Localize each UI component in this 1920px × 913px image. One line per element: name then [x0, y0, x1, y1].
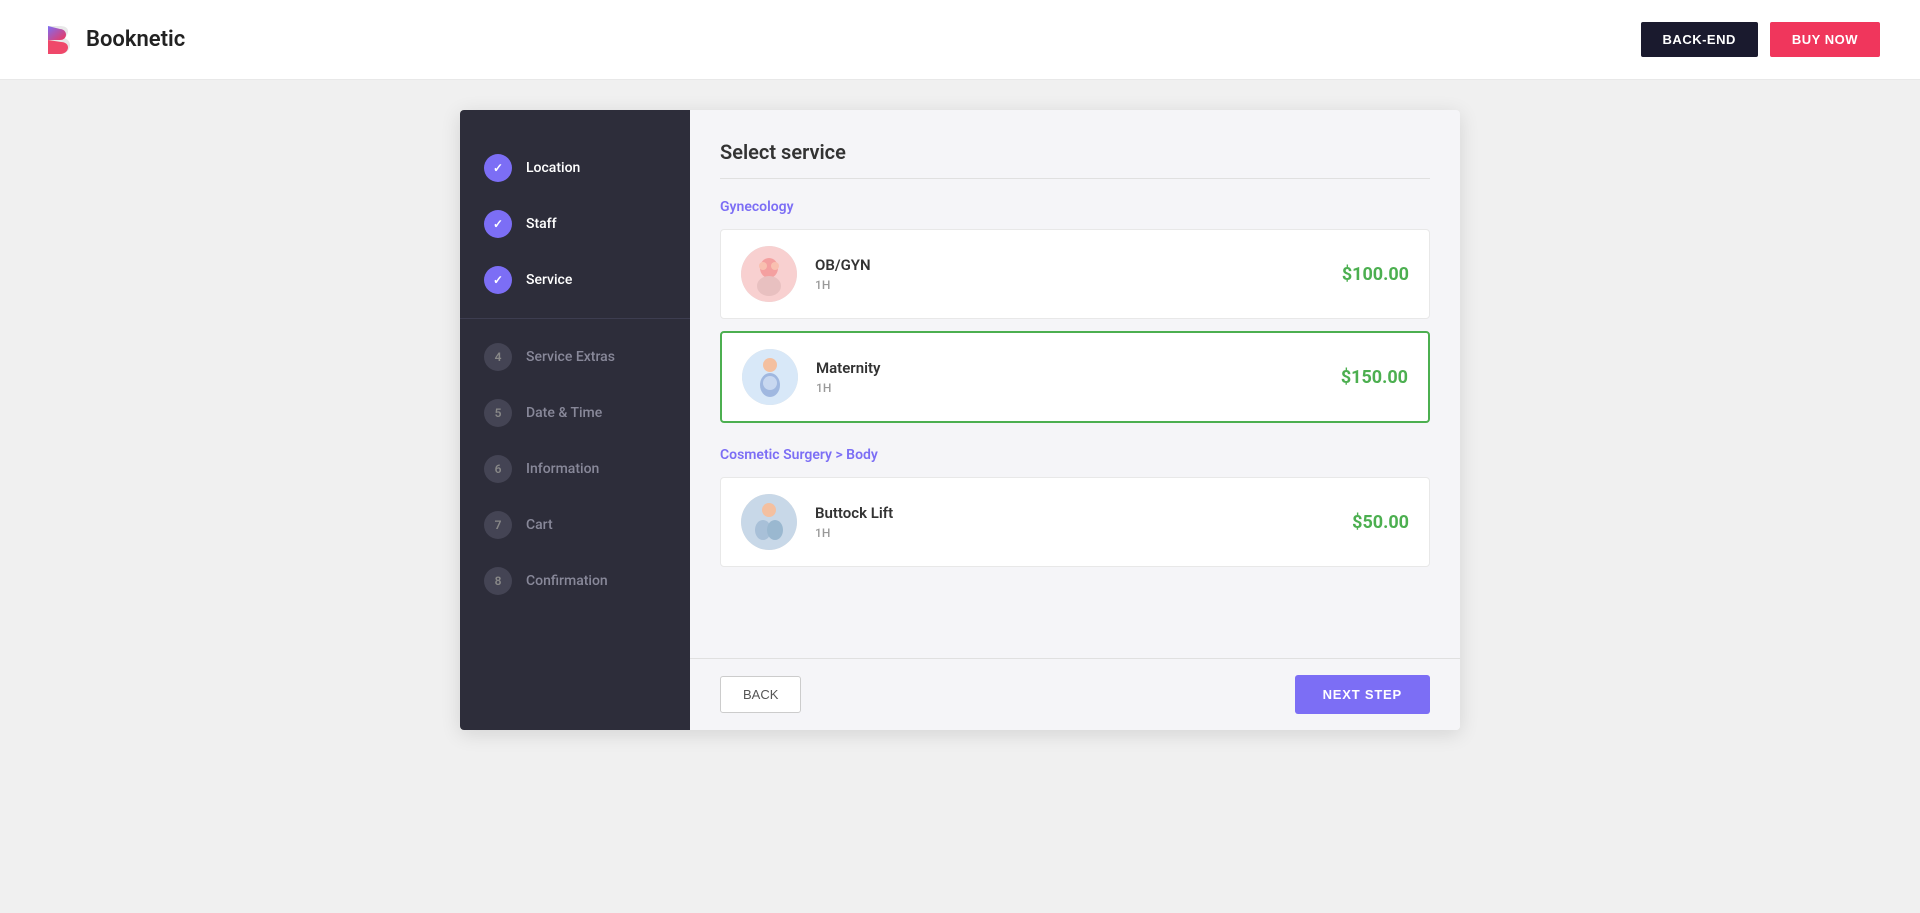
step-label-cart: Cart: [526, 517, 553, 533]
category-cosmetic-surgery: Cosmetic Surgery > Body Bu: [720, 447, 1430, 567]
service-img-obgyn: [741, 246, 797, 302]
step-circle-information: 6: [484, 455, 512, 483]
service-info-obgyn: OB/GYN 1H: [815, 256, 1342, 292]
step-icon-location: ✓: [493, 161, 503, 175]
service-name-obgyn: OB/GYN: [815, 256, 1342, 274]
step-icon-staff: ✓: [493, 217, 503, 231]
buynow-button[interactable]: BUY NOW: [1770, 22, 1880, 57]
next-step-button[interactable]: NEXT STEP: [1295, 675, 1430, 714]
category-gynecology: Gynecology: [720, 199, 1430, 423]
main-wrapper: ✓ Location ✓ Staff ✓ Service: [0, 80, 1920, 913]
step-num-information: 6: [495, 462, 502, 476]
step-num-datetime: 5: [495, 406, 502, 420]
panel-title: Select service: [720, 140, 1430, 179]
logo-icon: [40, 22, 76, 58]
sidebar-item-cart[interactable]: 7 Cart: [460, 497, 690, 553]
sidebar-item-service-extras[interactable]: 4 Service Extras: [460, 329, 690, 385]
service-price-maternity: $150.00: [1341, 367, 1408, 388]
backend-button[interactable]: BACK-END: [1641, 22, 1758, 57]
service-img-buttock-lift: [741, 494, 797, 550]
step-label-datetime: Date & Time: [526, 405, 602, 421]
back-button[interactable]: BACK: [720, 676, 801, 713]
service-card-maternity[interactable]: Maternity 1H $150.00: [720, 331, 1430, 423]
service-name-buttock-lift: Buttock Lift: [815, 504, 1352, 522]
step-circle-location: ✓: [484, 154, 512, 182]
service-price-obgyn: $100.00: [1342, 264, 1409, 285]
header-buttons: BACK-END BUY NOW: [1641, 22, 1880, 57]
step-circle-datetime: 5: [484, 399, 512, 427]
service-duration-obgyn: 1H: [815, 278, 1342, 292]
step-num-service-extras: 4: [495, 350, 502, 364]
step-num-cart: 7: [495, 518, 502, 532]
logo: Booknetic: [40, 22, 185, 58]
step-label-staff: Staff: [526, 216, 557, 232]
panel-footer: BACK NEXT STEP: [690, 658, 1460, 730]
sidebar-item-datetime[interactable]: 5 Date & Time: [460, 385, 690, 441]
booking-container: ✓ Location ✓ Staff ✓ Service: [460, 110, 1460, 730]
step-num-confirmation: 8: [495, 574, 502, 588]
main-panel: Select service Gynecology: [690, 110, 1460, 730]
sidebar: ✓ Location ✓ Staff ✓ Service: [460, 110, 690, 730]
service-name-maternity: Maternity: [816, 359, 1341, 377]
sidebar-item-staff[interactable]: ✓ Staff: [460, 196, 690, 252]
service-price-buttock-lift: $50.00: [1352, 512, 1409, 533]
sidebar-divider: [460, 318, 690, 319]
panel-content: Select service Gynecology: [690, 110, 1460, 658]
category-label-cosmetic: Cosmetic Surgery > Body: [720, 447, 1430, 463]
step-label-service-extras: Service Extras: [526, 349, 615, 365]
service-card-obgyn[interactable]: OB/GYN 1H $100.00: [720, 229, 1430, 319]
step-circle-service-extras: 4: [484, 343, 512, 371]
service-info-maternity: Maternity 1H: [816, 359, 1341, 395]
service-card-buttock-lift[interactable]: Buttock Lift 1H $50.00: [720, 477, 1430, 567]
category-label-gynecology: Gynecology: [720, 199, 1430, 215]
sidebar-item-information[interactable]: 6 Information: [460, 441, 690, 497]
sidebar-item-service[interactable]: ✓ Service: [460, 252, 690, 308]
step-label-location: Location: [526, 160, 580, 176]
step-icon-service: ✓: [493, 273, 503, 287]
step-circle-staff: ✓: [484, 210, 512, 238]
step-circle-confirmation: 8: [484, 567, 512, 595]
step-label-confirmation: Confirmation: [526, 573, 608, 589]
step-label-information: Information: [526, 461, 599, 477]
step-circle-service: ✓: [484, 266, 512, 294]
service-img-maternity: [742, 349, 798, 405]
sidebar-item-location[interactable]: ✓ Location: [460, 140, 690, 196]
service-info-buttock-lift: Buttock Lift 1H: [815, 504, 1352, 540]
header: Booknetic BACK-END BUY NOW: [0, 0, 1920, 80]
sidebar-item-confirmation[interactable]: 8 Confirmation: [460, 553, 690, 609]
step-label-service: Service: [526, 272, 572, 288]
step-circle-cart: 7: [484, 511, 512, 539]
logo-text: Booknetic: [86, 27, 185, 52]
service-duration-maternity: 1H: [816, 381, 1341, 395]
service-duration-buttock-lift: 1H: [815, 526, 1352, 540]
